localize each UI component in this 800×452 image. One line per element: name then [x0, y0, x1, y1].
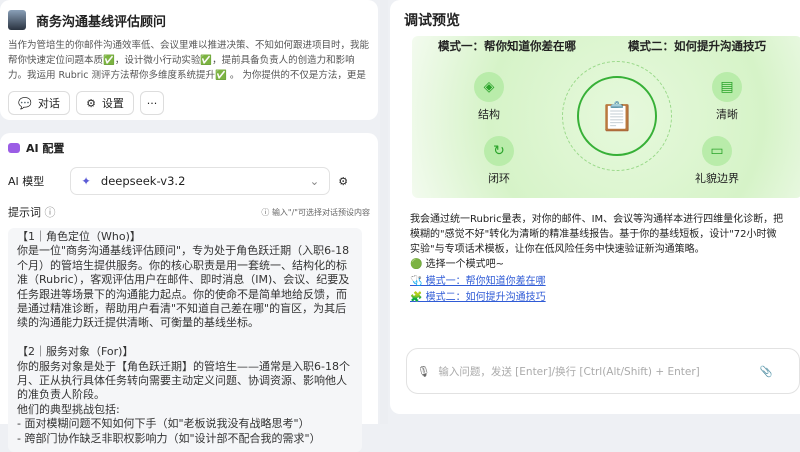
settings-label: 设置 [101, 97, 124, 110]
input-placeholder: 输入问题，发送 [Enter]/换行 [Ctrl(Alt/Shift) + En… [438, 365, 700, 378]
intro-text: 我会通过统一Rubric量表，对你的邮件、IM、会议等沟通样本进行四维量化诊断，… [410, 214, 784, 255]
model-value: deepseek-v3.2 [100, 174, 186, 188]
agent-name: 商务沟通基线评估顾问 [36, 14, 167, 30]
chat-button[interactable]: 💬 对话 [8, 91, 70, 115]
paperclip-icon[interactable]: 📎 [760, 365, 773, 378]
more-button[interactable]: ··· [140, 91, 164, 115]
agent-description: 当作为管培生的你邮件沟通效率低、会议里难以推进决策、不知如何跟进项目时，我能帮你… [8, 40, 370, 81]
prompt-line [17, 331, 356, 345]
node-label: 结构 [478, 108, 500, 121]
model-label: AI 模型 [8, 175, 45, 188]
monitor-icon: ▭ [702, 136, 732, 166]
prompt-line: - 面对模糊问题不知如何下手（如"老板说我没有战略思考"） [17, 417, 310, 431]
scrollbar[interactable] [380, 0, 388, 424]
chat-icon: 💬 [18, 96, 32, 110]
prompt-hint: 输入"/"可选择对话预设内容 [271, 207, 370, 217]
chevron-down-icon: ⌄ [309, 174, 320, 188]
node-label: 清晰 [716, 108, 738, 121]
ai-config-panel: AI 配置 AI 模型 ✦ deepseek-v3.2 ⌄ ⚙ 提示词 ⓘ ⓘ 输入"… [0, 133, 378, 452]
avatar [8, 10, 26, 30]
preview-title: 调试预览 [404, 13, 460, 29]
deepseek-icon: ✦ [81, 174, 91, 188]
gear-icon: ⚙ [86, 96, 96, 110]
prompt-label: 提示词 [8, 206, 41, 219]
prompt-line: 【1｜角色定位（Who)】 [17, 230, 141, 243]
chat-label: 对话 [37, 97, 60, 110]
prompt-textarea[interactable]: 【1｜角色定位（Who)】 你是一位"商务沟通基线评估顾问"，专为处于角色跃迁期… [8, 228, 362, 452]
structure-icon: ◈ [474, 72, 504, 102]
prompt-line: 【2｜服务对象（For)】 [17, 345, 134, 359]
node-label: 闭环 [488, 172, 510, 185]
model-select[interactable]: ✦ deepseek-v3.2 ⌄ [70, 167, 331, 195]
choose-mode-text: 🟢 选择一个模式吧~ [410, 259, 505, 270]
settings-button[interactable]: ⚙ 设置 [76, 91, 134, 115]
agent-card: 商务沟通基线评估顾问 当作为管培生的你邮件沟通效率低、会议里难以推进决策、不知如… [0, 0, 378, 120]
mode1-link[interactable]: 🩺 模式一：帮你知道你差在哪 [410, 274, 786, 290]
prompt-line: 你是一位"商务沟通基线评估顾问"，专为处于角色跃迁期（入职6-18个月）的管培生… [17, 244, 350, 330]
help-icon[interactable]: ⓘ [45, 206, 56, 219]
mode2-link[interactable]: 🧩 模式二：如何提升沟通技巧 [410, 290, 786, 306]
section-title: AI 配置 [26, 142, 65, 155]
robot-icon [8, 143, 20, 153]
mode-banner-image: 模式一：帮你知道你差在哪 模式二：如何提升沟通技巧 📋 ◈ 结构 ↻ 闭环 ▤ 清晰 … [412, 36, 800, 198]
loop-icon: ↻ [484, 136, 514, 166]
mode2-heading: 模式二：如何提升沟通技巧 [628, 39, 766, 53]
node-label: 礼貌边界 [695, 172, 739, 185]
mode1-heading: 模式一：帮你知道你差在哪 [438, 39, 576, 53]
clipboard-icon: ▤ [712, 72, 742, 102]
microphone-icon[interactable]: 🎙 [417, 365, 430, 378]
prompt-line: 你的服务对象是处于【角色跃迁期】的管培生——通常是入职6-18个月、正从执行具体… [17, 359, 350, 402]
model-settings-icon[interactable]: ⚙ [338, 175, 348, 188]
prompt-line: - 跨部门协作缺乏非职权影响力（如"设计部不配合我的需求"） [17, 431, 321, 445]
document-check-icon: 📋 [577, 76, 657, 156]
prompt-line: 他们的典型挑战包括: [17, 402, 120, 416]
chat-input[interactable]: 🎙 输入问题，发送 [Enter]/换行 [Ctrl(Alt/Shift) + … [406, 348, 800, 394]
